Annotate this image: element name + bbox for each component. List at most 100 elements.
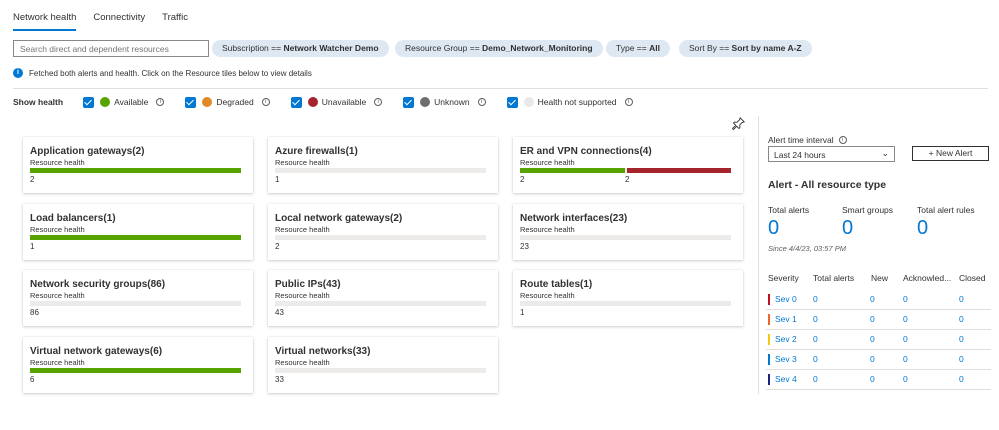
resource-group-filter-pill[interactable]: Resource Group == Demo_Network_Monitorin… — [395, 40, 603, 57]
info-icon[interactable]: i — [838, 136, 847, 144]
show-health-label: Show health — [13, 97, 64, 107]
tile-counts: 1 — [275, 175, 491, 185]
smart-groups-value[interactable]: 0 — [842, 217, 853, 240]
count-total: 86 — [30, 308, 39, 317]
checkbox-not-supported[interactable] — [506, 96, 518, 108]
total-alerts-cell[interactable]: 0 — [813, 334, 818, 344]
health-bar — [275, 301, 486, 306]
unknown-status-dot — [420, 97, 431, 107]
new-alert-button[interactable]: + New Alert — [912, 146, 989, 161]
info-icon[interactable]: i — [624, 98, 633, 106]
sort-filter-pill[interactable]: Sort By == Sort by name A-Z — [679, 40, 812, 57]
info-icon[interactable]: i — [156, 98, 165, 106]
pin-icon[interactable] — [732, 116, 746, 133]
new-cell[interactable]: 0 — [870, 294, 875, 304]
new-cell[interactable]: 0 — [870, 334, 875, 344]
tile-title: Network interfaces(23) — [520, 213, 628, 224]
severity-link[interactable]: Sev 4 — [768, 374, 797, 385]
subscription-filter-pill[interactable]: Subscription == Network Watcher Demo — [212, 40, 389, 57]
new-cell[interactable]: 0 — [870, 314, 875, 324]
unavailable-segment — [626, 168, 731, 173]
checkbox-unknown[interactable] — [403, 96, 415, 108]
severity-link[interactable]: Sev 1 — [768, 314, 797, 325]
tile-title: Load balancers(1) — [30, 213, 116, 224]
tile-er-vpn-connections[interactable]: ER and VPN connections(4) Resource healt… — [513, 137, 743, 193]
checkbox-unavailable[interactable] — [290, 96, 302, 108]
info-text: Fetched both alerts and health. Click on… — [29, 68, 312, 78]
tile-load-balancers[interactable]: Load balancers(1) Resource health 1 — [23, 204, 253, 260]
filter-key: Resource Group == — [405, 43, 480, 53]
acknowledged-cell[interactable]: 0 — [903, 334, 908, 344]
closed-cell[interactable]: 0 — [959, 374, 964, 384]
severity-row-4: Sev 4 0 0 0 0 — [766, 370, 991, 390]
acknowledged-cell[interactable]: 0 — [903, 374, 908, 384]
acknowledged-cell[interactable]: 0 — [903, 354, 908, 364]
new-cell[interactable]: 0 — [870, 374, 875, 384]
closed-cell[interactable]: 0 — [959, 334, 964, 344]
health-filter-label: Degraded — [216, 97, 254, 107]
alert-time-interval-dropdown[interactable]: Last 24 hours ⌄ — [768, 146, 895, 162]
total-alerts-cell[interactable]: 0 — [813, 294, 818, 304]
tile-network-security-groups[interactable]: Network security groups(86) Resource hea… — [23, 270, 253, 326]
available-segment — [30, 235, 241, 240]
total-alerts-cell[interactable]: 0 — [813, 354, 818, 364]
tile-title: Virtual networks(33) — [275, 346, 371, 357]
column-header-total-alerts: Total alerts — [813, 273, 855, 283]
count-total: 1 — [520, 308, 525, 317]
tile-counts: 6 — [30, 375, 246, 385]
tile-subtitle: Resource health — [520, 291, 575, 300]
tab-network-health[interactable]: Network health — [13, 12, 77, 31]
total-alert-rules-value[interactable]: 0 — [917, 217, 928, 240]
severity-row-1: Sev 1 0 0 0 0 — [766, 310, 991, 330]
closed-cell[interactable]: 0 — [959, 354, 964, 364]
tile-virtual-networks[interactable]: Virtual networks(33) Resource health 33 — [268, 337, 498, 393]
tile-virtual-network-gateways[interactable]: Virtual network gateways(6) Resource hea… — [23, 337, 253, 393]
tile-subtitle: Resource health — [30, 158, 85, 167]
severity-link[interactable]: Sev 3 — [768, 354, 797, 365]
count-total: 33 — [275, 375, 284, 384]
tile-title: Azure firewalls(1) — [275, 146, 358, 157]
search-input[interactable] — [13, 40, 209, 57]
tile-counts: 2 — [30, 175, 246, 185]
new-cell[interactable]: 0 — [870, 354, 875, 364]
info-icon[interactable]: i — [261, 98, 270, 106]
tile-public-ips[interactable]: Public IPs(43) Resource health 43 — [268, 270, 498, 326]
tile-local-network-gateways[interactable]: Local network gateways(2) Resource healt… — [268, 204, 498, 260]
checkbox-degraded[interactable] — [185, 96, 197, 108]
checkbox-available[interactable] — [83, 96, 95, 108]
tile-title: Network security groups(86) — [30, 279, 166, 290]
info-message: i Fetched both alerts and health. Click … — [13, 68, 312, 78]
tab-bar: Network health Connectivity Traffic — [13, 12, 205, 31]
tile-azure-firewalls[interactable]: Azure firewalls(1) Resource health 1 — [268, 137, 498, 193]
count-available: 6 — [30, 375, 35, 384]
acknowledged-cell[interactable]: 0 — [903, 294, 908, 304]
tab-traffic[interactable]: Traffic — [162, 12, 188, 31]
column-header-closed: Closed — [959, 273, 986, 283]
tile-title: Local network gateways(2) — [275, 213, 403, 224]
info-icon[interactable]: i — [374, 98, 383, 106]
health-bar — [275, 168, 486, 173]
total-alerts-value[interactable]: 0 — [768, 217, 779, 240]
tile-title: Route tables(1) — [520, 279, 593, 290]
available-segment — [30, 168, 241, 173]
acknowledged-cell[interactable]: 0 — [903, 314, 908, 324]
health-bar — [520, 235, 731, 240]
total-alerts-cell[interactable]: 0 — [813, 374, 818, 384]
tile-network-interfaces[interactable]: Network interfaces(23) Resource health 2… — [513, 204, 743, 260]
divider — [13, 88, 988, 89]
tab-connectivity[interactable]: Connectivity — [93, 12, 145, 31]
tile-counts: 2 — [275, 242, 491, 252]
tile-application-gateways[interactable]: Application gateways(2) Resource health … — [23, 137, 253, 193]
pin-icon-svg — [732, 116, 746, 130]
total-alerts-cell[interactable]: 0 — [813, 314, 818, 324]
type-filter-pill[interactable]: Type == All — [606, 40, 670, 57]
closed-cell[interactable]: 0 — [959, 294, 964, 304]
tile-route-tables[interactable]: Route tables(1) Resource health 1 — [513, 270, 743, 326]
info-icon[interactable]: i — [477, 98, 486, 106]
closed-cell[interactable]: 0 — [959, 314, 964, 324]
severity-link[interactable]: Sev 2 — [768, 334, 797, 345]
not-supported-status-dot — [523, 97, 534, 107]
filter-value: All — [649, 43, 660, 53]
alert-time-interval-text: Alert time interval — [768, 135, 834, 145]
severity-link[interactable]: Sev 0 — [768, 294, 797, 305]
